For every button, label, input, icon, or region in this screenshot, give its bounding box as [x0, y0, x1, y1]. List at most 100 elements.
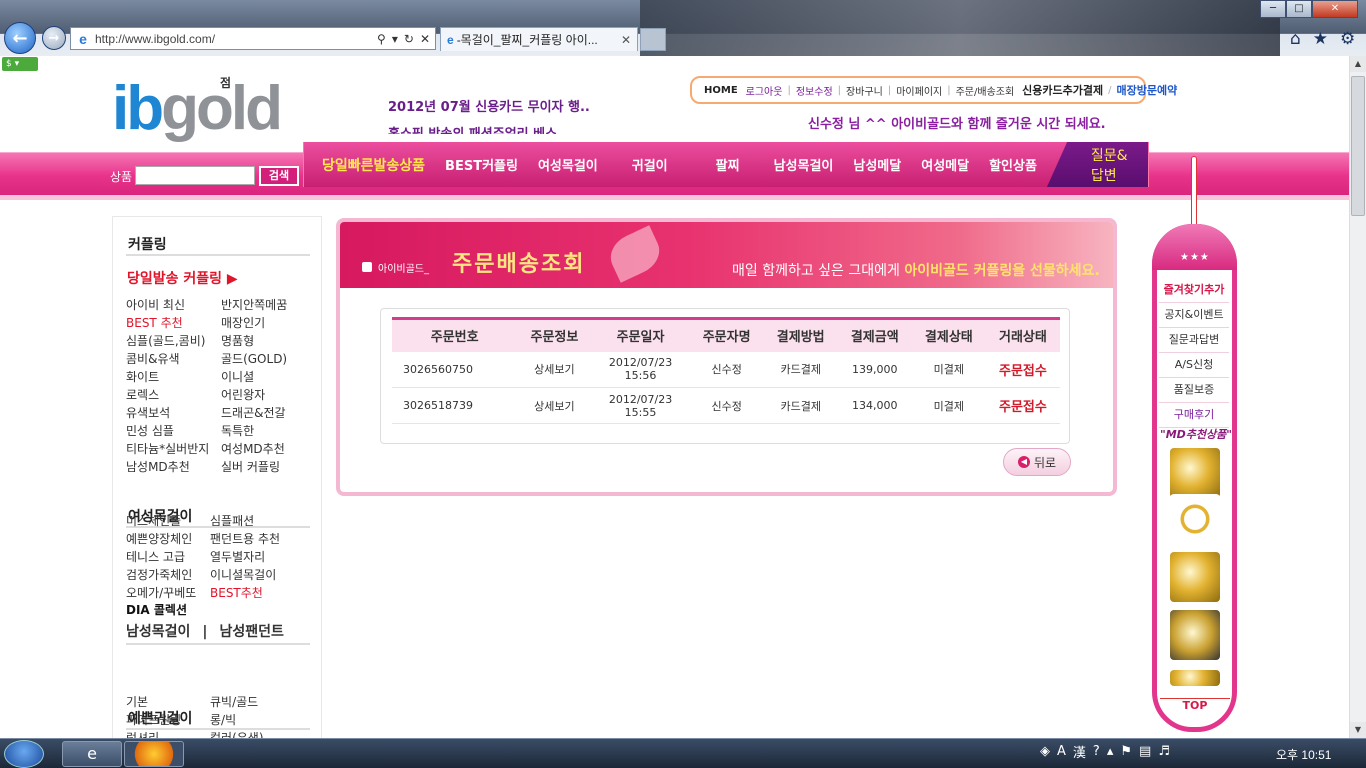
forward-arrow-icon[interactable]: →: [42, 26, 66, 50]
visit-link[interactable]: 매장방문예약: [1113, 82, 1182, 98]
clock[interactable]: 오후 10:51: [1276, 746, 1331, 763]
cart-link[interactable]: 장바구니: [842, 83, 887, 98]
sidebar-category-link[interactable]: 드래곤&전갈: [221, 404, 316, 422]
men-pendant-link[interactable]: 남성팬던트: [220, 624, 284, 640]
product-thumbnail[interactable]: [1170, 670, 1220, 686]
nav-item-qa[interactable]: 질문&답변: [1046, 142, 1148, 187]
sidebar-category-link[interactable]: 반지안쪽메꿈: [221, 296, 316, 314]
arrow-up-icon[interactable]: ▴: [1107, 744, 1114, 759]
quick-link-qa[interactable]: 질문과답변: [1159, 328, 1229, 353]
sidebar-category-link[interactable]: 화이트: [126, 368, 221, 386]
scroll-up-icon[interactable]: ▲: [1350, 56, 1366, 72]
product-thumbnail[interactable]: [1170, 610, 1220, 660]
top-button[interactable]: TOP: [1160, 698, 1230, 712]
page-scrollbar[interactable]: ▲ ▼: [1349, 56, 1366, 738]
sidebar-category-link[interactable]: 티타늄*실버반지: [126, 440, 221, 458]
sidebar-category-link[interactable]: 명품형: [221, 332, 316, 350]
ie-taskbar-icon[interactable]: e: [62, 741, 122, 767]
sidebar-title-couple[interactable]: 커플링: [126, 234, 310, 256]
sidebar-category-link[interactable]: BEST 추천: [126, 314, 221, 332]
orders-link[interactable]: 주문/배송조회: [952, 83, 1019, 98]
sidebar-category-link[interactable]: 심플(골드,콤비): [126, 332, 221, 350]
sidebar-category-link[interactable]: 검정가죽체인: [126, 566, 210, 584]
notice-ticker-1[interactable]: 2012년 07월 신용카드 무이자 행..: [388, 96, 590, 115]
sidebar-dia-link[interactable]: DIA 콜렉션: [126, 601, 187, 618]
sidebar-hot-link[interactable]: 당일발송 커플링 ▶: [127, 268, 238, 288]
logout-link[interactable]: 로그아웃: [742, 83, 787, 98]
sidebar-category-link[interactable]: 큐빅/골드: [210, 693, 320, 711]
search-icon[interactable]: ⚲: [377, 32, 386, 46]
nav-item-sale[interactable]: 할인상품: [979, 155, 1047, 174]
sidebar-category-link[interactable]: 어린왕자: [221, 386, 316, 404]
sidebar-category-link[interactable]: 오메가/꾸베또: [126, 584, 210, 602]
stop-icon[interactable]: ✕: [420, 32, 430, 46]
sidebar-category-link[interactable]: 기본: [126, 693, 210, 711]
sidebar-category-link[interactable]: 예쁜양장체인: [126, 530, 210, 548]
sidebar-category-link[interactable]: 롱/빅: [210, 711, 320, 729]
back-button[interactable]: ◀ 뒤로: [1003, 448, 1071, 476]
sidebar-category-link[interactable]: 심플패션: [210, 512, 320, 530]
app-taskbar-icon[interactable]: [124, 741, 184, 767]
nav-item-women-medal[interactable]: 여성메달: [911, 155, 979, 174]
search-button[interactable]: 검색: [259, 166, 299, 186]
search-input[interactable]: [135, 166, 255, 185]
sidebar-category-link[interactable]: 팬던트용 추천: [210, 530, 320, 548]
sidebar-category-link[interactable]: 아이비 최신: [126, 296, 221, 314]
dropdown-icon[interactable]: ▾: [392, 32, 398, 46]
notice-ticker-2[interactable]: 홈쇼핑 방송의 패션쥬얼리 베스..: [388, 126, 567, 134]
volume-icon[interactable]: ♬: [1158, 744, 1170, 759]
card-pay-link[interactable]: 신용카드추가결제: [1018, 82, 1107, 98]
sidebar-category-link[interactable]: 남성MD추천: [126, 458, 221, 476]
nav-item-men-necklace[interactable]: 남성목걸이: [764, 155, 844, 174]
quick-link-as[interactable]: A/S신청: [1159, 353, 1229, 378]
sidebar-category-link[interactable]: 테니스 고급: [126, 548, 210, 566]
sidebar-category-link[interactable]: 실버 커플링: [221, 458, 316, 476]
nav-item-fast-delivery[interactable]: 당일빠른발송상품: [304, 155, 435, 175]
sidebar-category-link[interactable]: 골드(GOLD): [221, 350, 316, 368]
url-text[interactable]: http://www.ibgold.com/: [95, 32, 215, 46]
nav-item-earrings[interactable]: 귀걸이: [608, 155, 692, 174]
edit-info-link[interactable]: 정보수정: [792, 83, 837, 98]
sidebar-category-link[interactable]: 미스체인줄: [126, 512, 210, 530]
product-thumbnail[interactable]: [1170, 552, 1220, 602]
sidebar-category-link[interactable]: 파이프원링: [126, 711, 210, 729]
nav-item-best-couple[interactable]: BEST커플링: [435, 155, 528, 174]
product-thumbnail[interactable]: [1170, 448, 1220, 498]
browser-tab[interactable]: e -목걸이_팔찌_커플링 아이... ✕: [440, 27, 638, 51]
favorites-icon[interactable]: ★: [1313, 29, 1328, 49]
sidebar-category-link[interactable]: 민성 심플: [126, 422, 221, 440]
home-icon[interactable]: ⌂: [1290, 29, 1301, 49]
close-tab-icon[interactable]: ✕: [621, 33, 631, 47]
sidebar-category-link[interactable]: 여성MD추천: [221, 440, 316, 458]
addon-badge[interactable]: $ ▾: [2, 57, 38, 71]
sidebar-category-link[interactable]: BEST추천: [210, 584, 320, 602]
shield-icon[interactable]: ◈: [1040, 744, 1050, 759]
ime-hanja-icon[interactable]: 漢: [1073, 742, 1086, 761]
product-thumbnail[interactable]: [1170, 494, 1220, 544]
close-button[interactable]: ✕: [1312, 0, 1358, 18]
nav-item-men-medal[interactable]: 남성메달: [843, 155, 911, 174]
ime-a-icon[interactable]: A: [1057, 744, 1066, 759]
new-tab-button[interactable]: [640, 28, 666, 51]
sidebar-category-link[interactable]: 독특한: [221, 422, 316, 440]
help-icon[interactable]: ?: [1093, 744, 1100, 759]
start-button[interactable]: [4, 740, 44, 768]
flag-icon[interactable]: ⚑: [1120, 744, 1132, 759]
detail-link[interactable]: 상세보기: [517, 351, 592, 388]
site-logo[interactable]: ibgold: [112, 78, 283, 140]
scroll-down-icon[interactable]: ▼: [1350, 722, 1366, 738]
quick-link-notice[interactable]: 공지&이벤트: [1159, 303, 1229, 328]
scroll-thumb[interactable]: [1351, 76, 1365, 216]
sidebar-category-link[interactable]: 열두별자리: [210, 548, 320, 566]
sidebar-category-link[interactable]: 이니셜목걸이: [210, 566, 320, 584]
back-arrow-icon[interactable]: ←: [4, 22, 36, 54]
nav-item-bracelet[interactable]: 팔찌: [692, 155, 764, 174]
minimize-button[interactable]: ─: [1260, 0, 1286, 18]
quick-link-reviews[interactable]: 구매후기: [1159, 403, 1229, 428]
quick-link-warranty[interactable]: 품질보증: [1159, 378, 1229, 403]
sidebar-category-link[interactable]: 매장인기: [221, 314, 316, 332]
refresh-icon[interactable]: ↻: [404, 32, 414, 46]
home-link[interactable]: HOME: [700, 85, 742, 96]
sidebar-category-link[interactable]: 유색보석: [126, 404, 221, 422]
address-bar[interactable]: e http://www.ibgold.com/ ⚲ ▾ ↻ ✕: [70, 27, 436, 50]
